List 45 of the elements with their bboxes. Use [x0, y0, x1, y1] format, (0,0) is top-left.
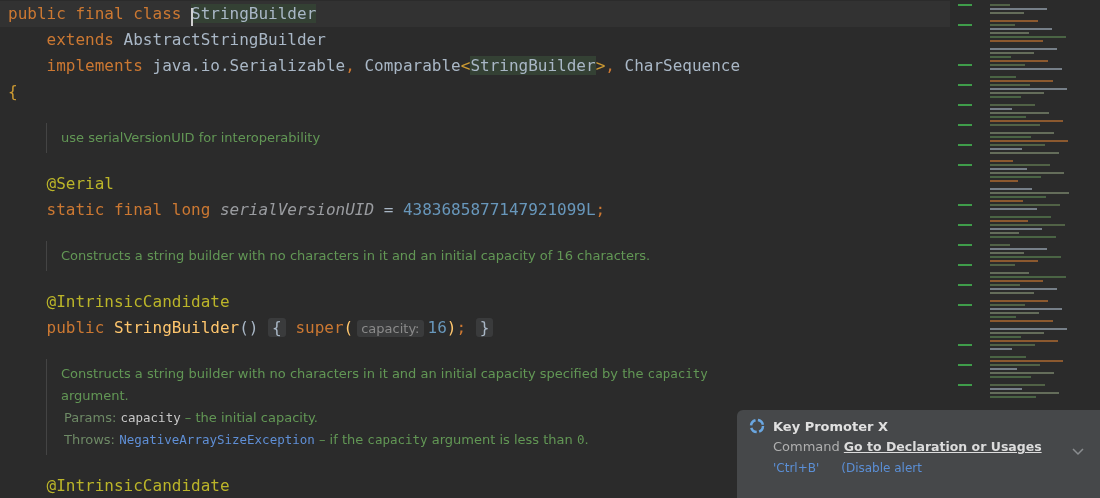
- keyword: extends: [45, 30, 115, 49]
- keyword: ;: [456, 318, 468, 337]
- notification-text: Command: [773, 439, 840, 454]
- keyword: public: [45, 318, 106, 337]
- chevron-down-icon[interactable]: [1072, 448, 1084, 456]
- keyword: static final long: [45, 200, 212, 219]
- code-text: Comparable: [364, 56, 461, 75]
- folded-brace[interactable]: }: [475, 318, 494, 337]
- number-literal: 4383685877147921099L: [402, 200, 596, 219]
- method-name: StringBuilder: [113, 318, 240, 337]
- bracket: <: [460, 56, 471, 75]
- field-name: serialVersionUID: [219, 200, 375, 219]
- keyword: ,: [345, 56, 356, 75]
- class-name: StringBuilder: [191, 4, 317, 23]
- folded-brace[interactable]: {: [268, 318, 286, 337]
- disable-alert-link[interactable]: (Disable alert: [841, 461, 922, 475]
- code-text: CharSequence: [624, 56, 741, 75]
- declaration-link[interactable]: Go to Declaration or Usages: [843, 439, 1042, 454]
- method-name: ): [446, 318, 457, 337]
- refresh-icon: [749, 418, 765, 434]
- code-text: =: [382, 200, 395, 219]
- notification-title: Key Promoter X: [773, 418, 888, 434]
- code-text: AbstractStringBuilder: [123, 30, 326, 49]
- doc-text: Params: capacity – the initial capacity.: [64, 410, 318, 425]
- keyword: implements: [45, 56, 144, 75]
- keyword: super: [294, 318, 344, 337]
- keyword: ,: [605, 56, 616, 75]
- parameter-hint: capacity:: [357, 320, 424, 337]
- method-name: (: [343, 318, 354, 337]
- code-text: (): [239, 318, 260, 337]
- keyword: public final class: [8, 4, 183, 23]
- code-text: java.io.Serializable: [152, 56, 346, 75]
- keyword: ;: [595, 200, 606, 219]
- doc-text: Throws: NegativeArraySizeException – if the capacity argument is less than 0.: [64, 432, 589, 447]
- bracket: >: [595, 56, 606, 75]
- bracket: {: [8, 82, 18, 101]
- annotation: @IntrinsicCandidate: [45, 292, 230, 311]
- annotation: @Serial: [45, 174, 114, 193]
- doc-text: use serialVersionUID for interoperability: [61, 130, 321, 145]
- doc-text: Constructs a string builder with no characters in it and an initial capacity specified by the capacity argument.: [61, 366, 708, 403]
- class-name: StringBuilder: [470, 56, 596, 75]
- doc-text: Constructs a string builder with no characters in it and an initial capacity of 16 characters.: [61, 248, 651, 263]
- number-literal: 16: [427, 318, 447, 337]
- annotation: @IntrinsicCandidate: [45, 476, 230, 495]
- shortcut-link[interactable]: 'Ctrl+B': [773, 461, 820, 475]
